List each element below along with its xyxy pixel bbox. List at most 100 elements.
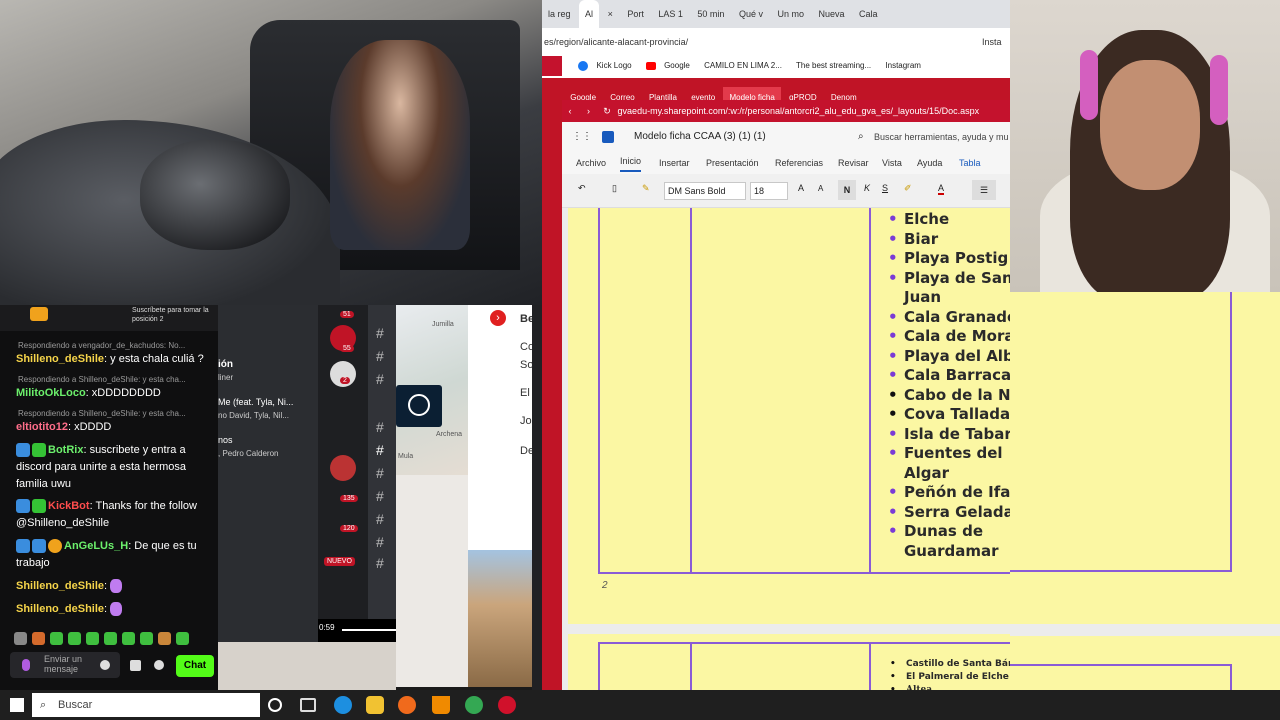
close-icon[interactable]: × xyxy=(602,0,619,28)
emote-icon[interactable] xyxy=(158,632,171,645)
list-item[interactable]: Playa del Albir xyxy=(888,347,1010,367)
list-item[interactable]: Playa Postig xyxy=(888,249,1010,269)
app-launcher-icon[interactable]: ⋮⋮ xyxy=(572,122,592,152)
hash-icon[interactable]: # xyxy=(376,511,384,527)
hash-icon[interactable]: # xyxy=(376,534,384,550)
browser-tab[interactable]: Nueva xyxy=(813,0,851,28)
highlight-icon[interactable]: ✐ xyxy=(904,183,912,194)
undo-icon[interactable]: ↶ xyxy=(578,183,586,194)
cortana-icon[interactable] xyxy=(268,698,282,712)
windows-start-icon[interactable] xyxy=(10,698,24,712)
list-item[interactable]: Dunas de Guardamar xyxy=(888,522,1010,561)
emote-icon[interactable] xyxy=(14,632,27,645)
list-item[interactable]: Elche xyxy=(888,210,1010,230)
hash-icon[interactable]: # xyxy=(376,465,384,481)
search-icon[interactable]: ⌕ xyxy=(858,122,864,152)
store-icon[interactable] xyxy=(130,660,141,671)
username[interactable]: eltiotito12 xyxy=(16,421,68,433)
list-item[interactable]: Biar xyxy=(888,230,1010,250)
ribbon-tab[interactable]: Tabla xyxy=(959,152,981,174)
chat-input[interactable]: Enviar un mensaje xyxy=(10,652,120,678)
format-painter-icon[interactable]: ✎ xyxy=(642,183,650,194)
list-item[interactable]: Cala Granadella xyxy=(888,308,1010,328)
list-item[interactable]: Peñón de Ifach xyxy=(888,483,1010,503)
map-view[interactable]: Jumilla Archena Mula xyxy=(396,305,468,475)
progress-bar[interactable] xyxy=(342,629,396,631)
font-family-select[interactable]: DM Sans Bold xyxy=(664,182,746,200)
list-item[interactable]: Cala Barraca xyxy=(888,366,1010,386)
browser-tab[interactable]: 50 min xyxy=(691,0,730,28)
browser-tab-active[interactable]: Al xyxy=(579,0,600,28)
browser-tab[interactable]: Port xyxy=(621,0,650,28)
list-item[interactable]: Playa de San Juan xyxy=(888,269,1010,308)
username[interactable]: AnGeLUs_H xyxy=(64,540,128,552)
document-canvas[interactable]: Elche Biar Playa Postig Playa de San Jua… xyxy=(562,208,1010,720)
ribbon-tab[interactable]: Referencias xyxy=(775,152,823,174)
username[interactable]: MilitoOkLoco xyxy=(16,387,86,399)
document-page[interactable]: Elche Biar Playa Postig Playa de San Jua… xyxy=(568,208,1010,624)
emote-icon[interactable] xyxy=(122,632,135,645)
install-button[interactable]: Insta xyxy=(982,28,1002,56)
list-item[interactable]: Castillo de Santa Bárbara xyxy=(890,658,1010,671)
task-view-icon[interactable] xyxy=(300,698,316,712)
underline-icon[interactable]: S xyxy=(882,183,888,193)
emote-icon[interactable] xyxy=(104,632,117,645)
username[interactable]: Shilleno_deShile xyxy=(16,603,104,615)
ribbon-tab-active[interactable]: Inicio xyxy=(620,152,642,172)
emote-icon[interactable] xyxy=(50,632,63,645)
address-bar[interactable]: es/region/alicante-alacant-provincia/ In… xyxy=(542,28,1010,56)
mic-icon[interactable] xyxy=(22,659,30,671)
forward-icon[interactable]: › xyxy=(581,100,597,122)
bookmark[interactable]: The best streaming... xyxy=(796,61,871,70)
hash-icon[interactable]: # xyxy=(376,371,384,387)
browser-tab[interactable]: Un mo xyxy=(771,0,810,28)
grow-font-icon[interactable]: A xyxy=(798,183,804,193)
italic-icon[interactable]: K xyxy=(864,183,870,193)
list-item[interactable]: El Palmeral de Elche xyxy=(890,671,1010,684)
bookmark[interactable]: CAMILO EN LIMA 2... xyxy=(704,61,782,70)
bookmark[interactable]: Kick Logo xyxy=(596,61,631,70)
firefox-icon[interactable] xyxy=(398,696,416,714)
bookmark[interactable]: Instagram xyxy=(885,61,921,70)
list-item[interactable]: Fuentes del Algar xyxy=(888,444,1010,483)
opera-icon[interactable] xyxy=(498,696,516,714)
reload-icon[interactable]: ↻ xyxy=(599,100,615,122)
ribbon-tab[interactable]: Vista xyxy=(882,152,902,174)
file-explorer-icon[interactable] xyxy=(366,696,384,714)
browser-tab[interactable]: Cala xyxy=(853,0,884,28)
hash-icon[interactable]: # xyxy=(376,555,384,571)
server-icon[interactable] xyxy=(330,455,356,481)
emoji-icon[interactable] xyxy=(100,660,110,670)
list-item[interactable]: Serra Gelada xyxy=(888,503,1010,523)
bullets-icon[interactable]: ☰ xyxy=(972,180,996,200)
chat-send-button[interactable]: Chat xyxy=(176,655,214,677)
hash-icon[interactable]: # xyxy=(376,488,384,504)
username[interactable]: Shilleno_deShile xyxy=(16,353,104,365)
list-item[interactable]: Cabo de la Nao xyxy=(888,386,1010,406)
list-item[interactable]: Cova Tallada xyxy=(888,405,1010,425)
browser-tab[interactable]: la reg xyxy=(542,0,577,28)
search-input[interactable]: Buscar herramientas, ayuda y mu xyxy=(874,122,1009,152)
font-color-icon[interactable]: A xyxy=(938,183,945,195)
facebook-icon[interactable] xyxy=(578,60,589,71)
bold-icon[interactable]: N xyxy=(838,180,856,200)
ribbon-tab[interactable]: Archivo xyxy=(576,152,606,174)
hash-icon[interactable]: # xyxy=(376,419,384,435)
clipboard-icon[interactable]: ▯ xyxy=(612,183,617,194)
back-icon[interactable]: ‹ xyxy=(562,100,578,122)
address-bar-2[interactable]: ‹ › ↻ gvaedu-my.sharepoint.com/:w:/r/per… xyxy=(562,100,1010,122)
chrome-icon[interactable] xyxy=(465,696,483,714)
close-icon[interactable]: › xyxy=(490,310,506,326)
shrink-font-icon[interactable]: A xyxy=(818,184,823,193)
username[interactable]: Shilleno_deShile xyxy=(16,580,104,592)
taskbar-search[interactable]: ⌕ Buscar xyxy=(32,693,260,717)
settings-icon[interactable] xyxy=(154,660,164,670)
username[interactable]: KickBot xyxy=(48,500,90,512)
emote-icon[interactable] xyxy=(32,632,45,645)
accessibility-icon[interactable] xyxy=(396,385,442,427)
document-title[interactable]: Modelo ficha CCAA (3) (1) (1) xyxy=(634,122,766,152)
hash-icon[interactable]: # xyxy=(376,325,384,341)
username[interactable]: BotRix xyxy=(48,444,83,456)
ribbon-tab[interactable]: Revisar xyxy=(838,152,869,174)
places-list[interactable]: Elche Biar Playa Postig Playa de San Jua… xyxy=(888,210,1010,561)
